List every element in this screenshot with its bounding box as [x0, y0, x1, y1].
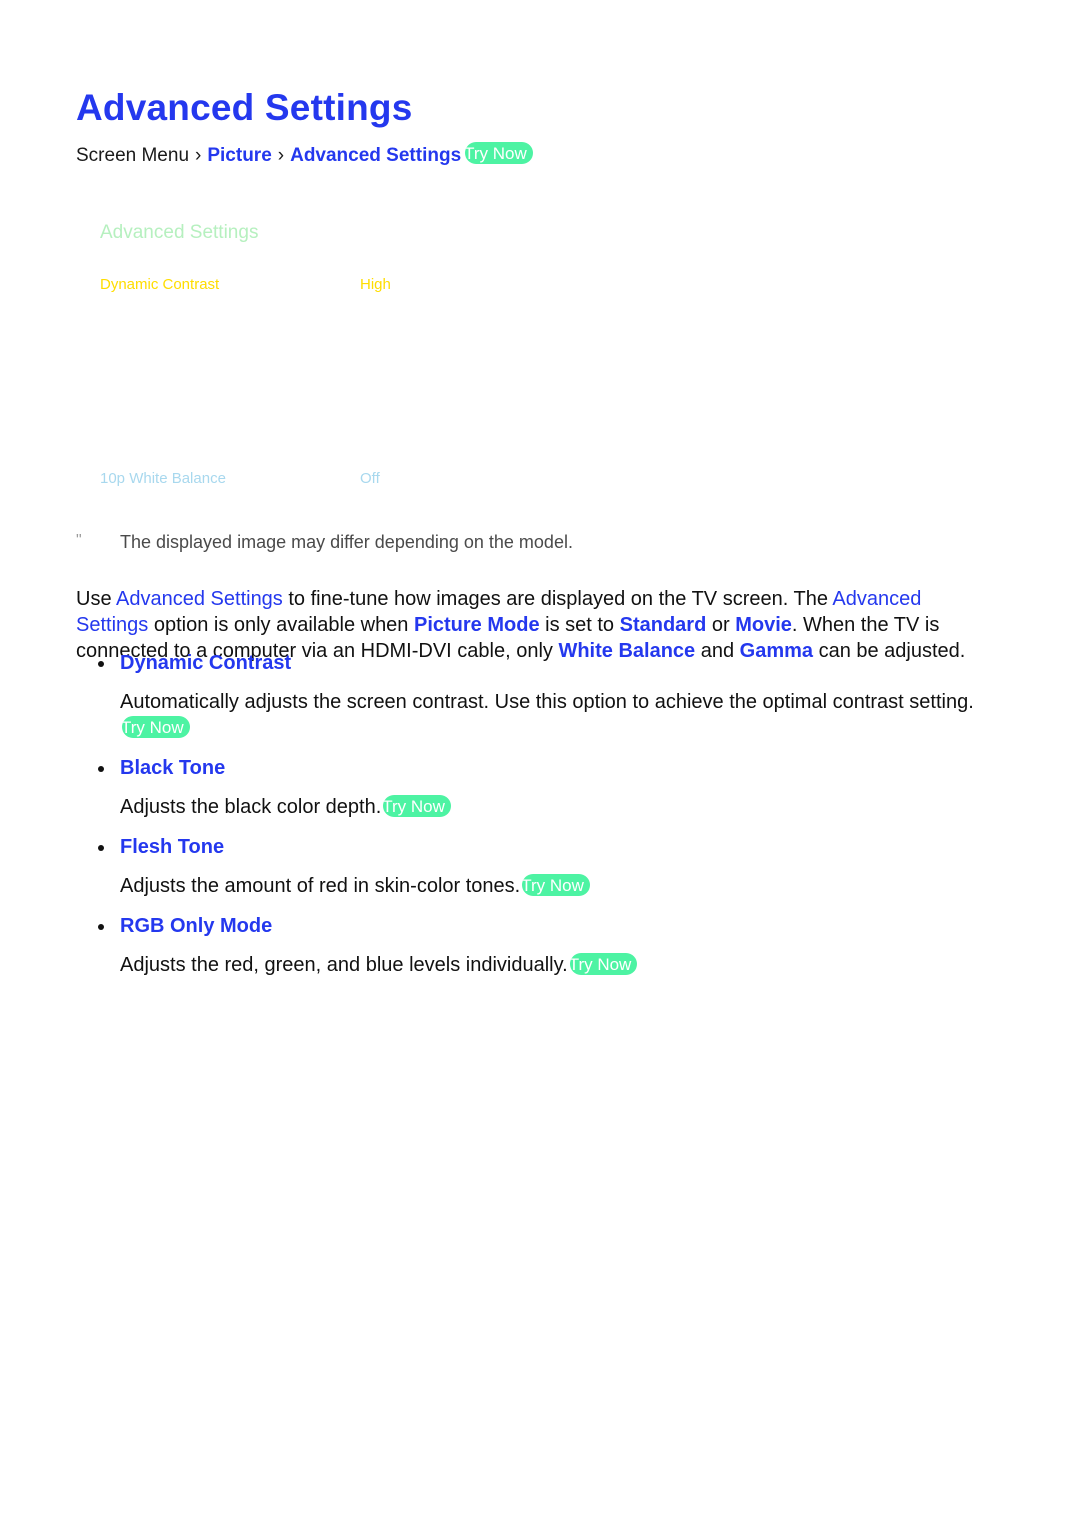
option-block-dynamic-contrast: Dynamic Contrast Automatically adjusts t…	[76, 650, 1016, 741]
quote-mark-icon: "	[76, 532, 82, 549]
option-heading[interactable]: Flesh Tone	[76, 834, 1016, 860]
note-text: The displayed image may differ depending…	[120, 532, 573, 552]
option-block-black-tone: Black Tone Adjusts the black color depth…	[76, 755, 1016, 820]
option-description-text: Adjusts the red, green, and blue levels …	[120, 954, 568, 976]
option-heading[interactable]: RGB Only Mode	[76, 913, 1016, 939]
breadcrumb-item-advanced-settings[interactable]: Advanced Settings	[290, 145, 461, 166]
option-heading-label: RGB Only Mode	[120, 915, 273, 937]
tv-menu-title: Advanced Settings	[100, 222, 259, 243]
try-now-badge[interactable]: Try Now	[383, 795, 451, 817]
paragraph-keyword[interactable]: Movie	[735, 614, 792, 636]
option-description-text: Automatically adjusts the screen contras…	[120, 691, 974, 713]
bullet-dot-icon	[98, 845, 104, 851]
paragraph-text: or	[706, 614, 736, 636]
try-now-badge[interactable]: Try Now	[465, 142, 533, 164]
page-title: Advanced Settings	[76, 86, 413, 128]
note-line: " The displayed image may differ dependin…	[76, 532, 976, 553]
paragraph-text: to fine-tune how images are displayed on…	[282, 588, 833, 610]
tv-menu-row-label: 10p White Balance	[100, 470, 226, 487]
breadcrumb-item-picture[interactable]: Picture	[207, 145, 271, 166]
bullet-dot-icon	[98, 661, 104, 667]
tv-menu-row[interactable]: Dynamic Contrast High	[100, 276, 570, 298]
try-now-badge[interactable]: Try Now	[522, 874, 590, 896]
paragraph-keyword[interactable]: Advanced Settings	[116, 588, 283, 610]
option-heading-label: Dynamic Contrast	[120, 652, 292, 674]
tv-menu-row-label: Dynamic Contrast	[100, 276, 220, 293]
breadcrumb-separator-icon: ›	[195, 145, 202, 166]
option-description: Automatically adjusts the screen contras…	[76, 689, 1020, 741]
bullet-dot-icon	[98, 766, 104, 772]
option-description-text: Adjusts the amount of red in skin-color …	[120, 875, 521, 897]
tv-menu-row[interactable]	[100, 432, 570, 454]
bullet-dot-icon	[98, 924, 104, 930]
option-heading-label: Flesh Tone	[120, 836, 225, 858]
option-block-rgb-only-mode: RGB Only Mode Adjusts the red, green, an…	[76, 913, 1016, 978]
tv-menu-row[interactable]	[100, 315, 570, 337]
tv-menu-row[interactable]	[100, 354, 570, 376]
option-description: Adjusts the black color depth.Try Now	[76, 794, 1020, 820]
breadcrumb-separator-icon: ›	[277, 145, 285, 166]
breadcrumb-root: Screen Menu	[76, 145, 190, 166]
paragraph-text: is set to	[539, 614, 620, 636]
tv-menu-mockup: Advanced Settings Dynamic Contrast High …	[100, 212, 570, 502]
paragraph-text: Use	[76, 588, 117, 610]
option-description-text: Adjusts the black color depth.	[120, 796, 382, 818]
option-heading-label: Black Tone	[120, 757, 226, 779]
option-description: Adjusts the red, green, and blue levels …	[76, 952, 1020, 978]
option-heading[interactable]: Dynamic Contrast	[76, 650, 1016, 676]
paragraph-keyword[interactable]: Standard	[620, 614, 707, 636]
option-description: Adjusts the amount of red in skin-color …	[76, 873, 1020, 899]
option-heading[interactable]: Black Tone	[76, 755, 1016, 781]
option-block-flesh-tone: Flesh Tone Adjusts the amount of red in …	[76, 834, 1016, 899]
tv-menu-row-value: High	[360, 276, 391, 293]
tv-menu-row[interactable]	[100, 393, 570, 415]
document-page: Advanced Settings Screen Menu › Picture › Ad…	[0, 0, 1080, 1527]
breadcrumb: Screen Menu › Picture › Advanced Settings Try…	[76, 142, 533, 165]
try-now-badge[interactable]: Try Now	[122, 716, 190, 738]
paragraph-text: option is only available when	[148, 614, 414, 636]
paragraph-keyword[interactable]: Picture Mode	[414, 614, 540, 636]
try-now-badge[interactable]: Try Now	[569, 953, 638, 975]
tv-menu-row[interactable]: 10p White Balance Off	[100, 470, 570, 492]
tv-menu-row-value: Off	[360, 470, 380, 487]
